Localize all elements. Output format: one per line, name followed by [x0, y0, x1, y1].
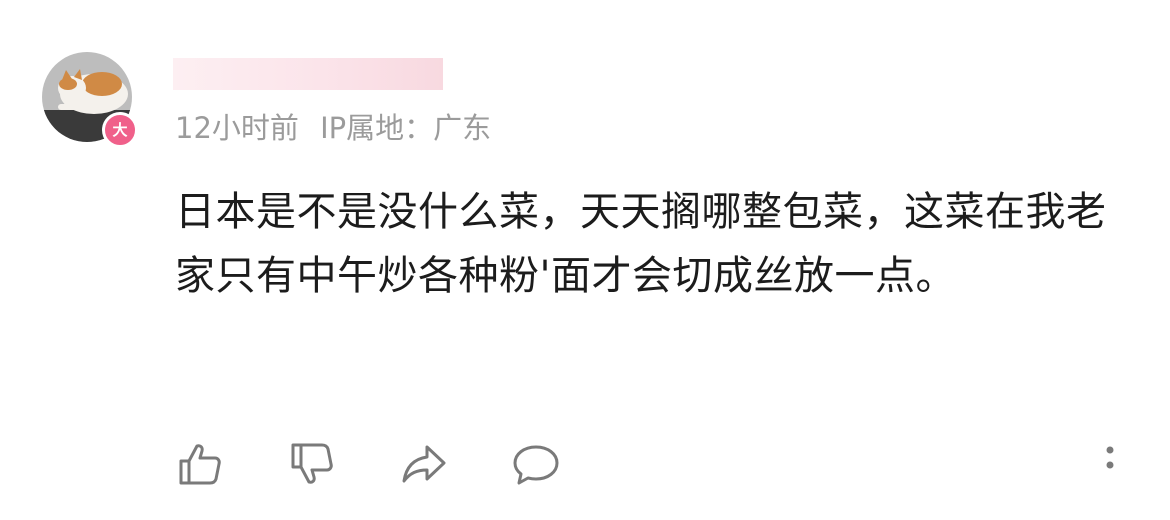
- share-icon: [402, 445, 446, 483]
- dislike-button[interactable]: [284, 436, 340, 492]
- more-button[interactable]: [1096, 440, 1124, 480]
- thumbs-up-icon: [179, 444, 221, 485]
- ip-location: IP属地：广东: [320, 111, 492, 145]
- comment-card: 大 12小时前 IP属地：广东 日本是不是没什么菜，天天搁哪整包菜，这菜在我老家…: [0, 0, 1170, 520]
- comment-time: 12小时前: [175, 111, 299, 145]
- more-icon: [1106, 446, 1114, 469]
- like-button[interactable]: [172, 436, 228, 492]
- reply-button[interactable]: [508, 436, 564, 492]
- reply-icon: [513, 445, 559, 485]
- comment-text: 日本是不是没什么菜，天天搁哪整包菜，这菜在我老家只有中午炒各种粉'面才会切成丝放…: [175, 189, 1107, 299]
- share-button[interactable]: [396, 436, 452, 492]
- thumbs-down-icon: [291, 443, 333, 484]
- username-redacted[interactable]: [173, 58, 443, 90]
- action-bar: [172, 436, 620, 492]
- level-badge: 大: [102, 112, 138, 148]
- comment-meta: 12小时前 IP属地：广东: [175, 108, 491, 148]
